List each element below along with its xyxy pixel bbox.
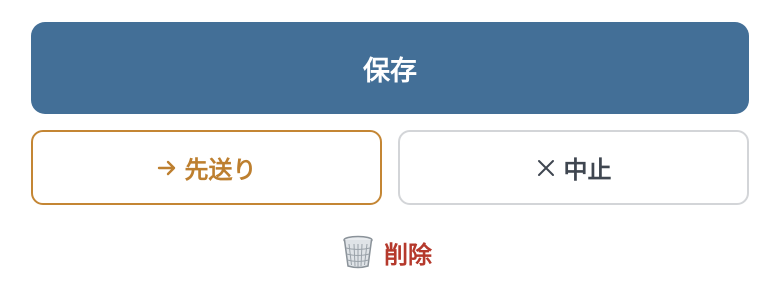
delete-button-label: 削除 [384, 240, 432, 269]
cancel-button-label: 中止 [563, 157, 612, 184]
close-icon [536, 158, 556, 178]
save-button-label: 保存 [363, 55, 417, 86]
arrow-right-icon [157, 158, 177, 178]
delete-button[interactable]: 削除 [340, 232, 432, 272]
save-button[interactable]: 保存 [31, 22, 749, 114]
postpone-button-label: 先送り [184, 157, 257, 184]
wastebasket-icon [340, 234, 376, 270]
cancel-button[interactable]: 中止 [398, 130, 749, 205]
postpone-button[interactable]: 先送り [31, 130, 382, 205]
action-panel: 保存 先送り 中止 削除 [0, 0, 780, 305]
